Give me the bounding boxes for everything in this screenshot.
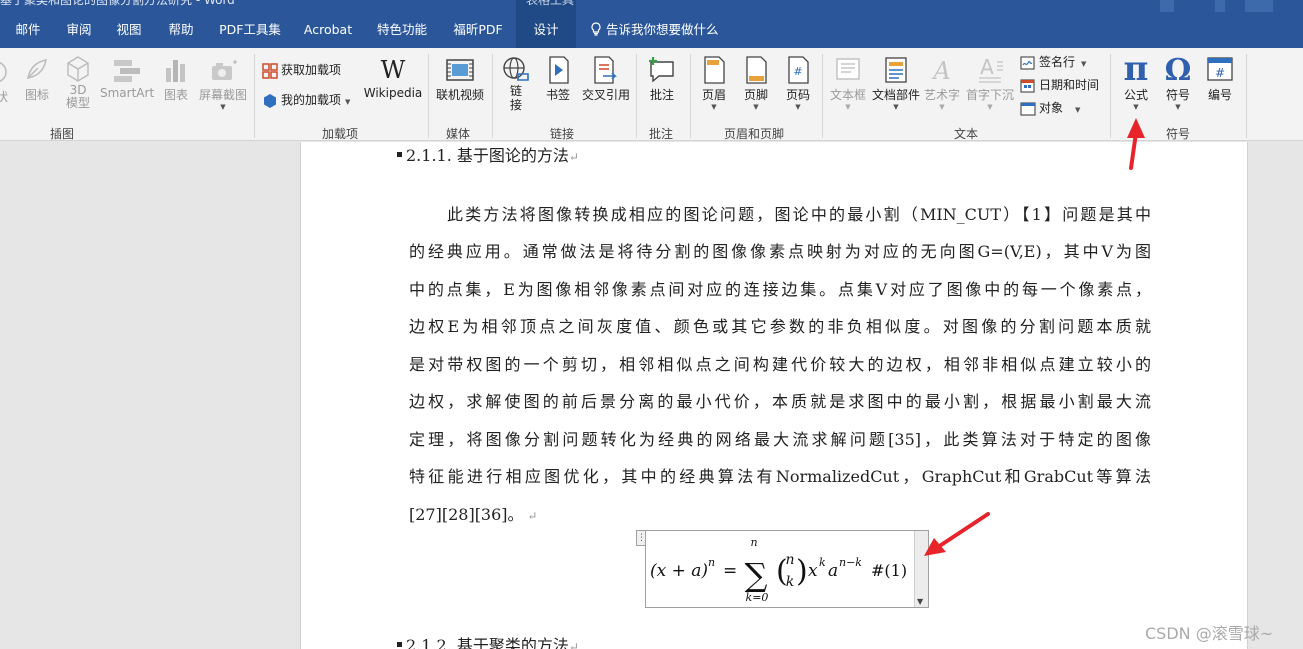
annotation-overlay xyxy=(924,118,1145,556)
red-arrow-icon xyxy=(1127,118,1145,170)
watermark: CSDN @滚雪球~ xyxy=(1145,624,1274,643)
red-arrow-icon xyxy=(924,512,990,556)
